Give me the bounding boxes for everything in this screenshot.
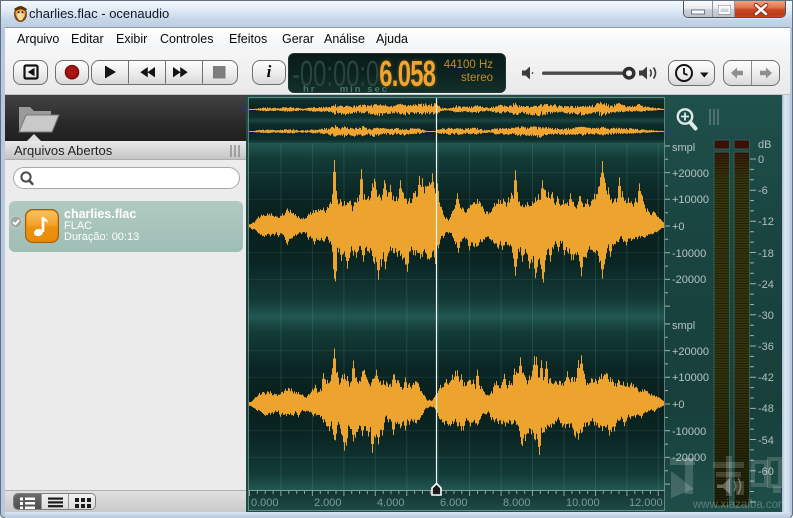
svg-text:-18: -18 [758, 248, 774, 260]
svg-text:0.000: 0.000 [251, 497, 279, 509]
svg-text:-12: -12 [758, 216, 774, 228]
svg-text:-10000: -10000 [672, 426, 706, 438]
svg-text:+20000: +20000 [672, 346, 709, 358]
svg-text:smpl: smpl [672, 320, 695, 332]
svg-text:dB: dB [758, 139, 771, 151]
svg-text:4.000: 4.000 [377, 497, 405, 509]
svg-text:-6: -6 [758, 185, 768, 197]
svg-text:-30: -30 [758, 310, 774, 322]
svg-text:-36: -36 [758, 341, 774, 353]
svg-text:2.000: 2.000 [314, 497, 342, 509]
svg-text:8.000: 8.000 [503, 497, 531, 509]
svg-text:-42: -42 [758, 372, 774, 384]
svg-text:10.000: 10.000 [566, 497, 600, 509]
svg-text:+10000: +10000 [672, 194, 709, 206]
svg-text:0: 0 [758, 154, 764, 166]
svg-text:-24: -24 [758, 279, 774, 291]
svg-text:+0: +0 [672, 221, 685, 233]
svg-text:+0: +0 [672, 399, 685, 411]
svg-text:-54: -54 [758, 435, 774, 447]
svg-text:+20000: +20000 [672, 168, 709, 180]
svg-text:www.xiazaiba.com: www.xiazaiba.com [692, 499, 782, 511]
svg-text:12.000: 12.000 [629, 497, 663, 509]
svg-text:-10000: -10000 [672, 248, 706, 260]
svg-text:+10000: +10000 [672, 372, 709, 384]
svg-text:6.000: 6.000 [440, 497, 468, 509]
svg-text:-48: -48 [758, 403, 774, 415]
svg-text:smpl: smpl [672, 142, 695, 154]
svg-text:-20000: -20000 [672, 274, 706, 286]
